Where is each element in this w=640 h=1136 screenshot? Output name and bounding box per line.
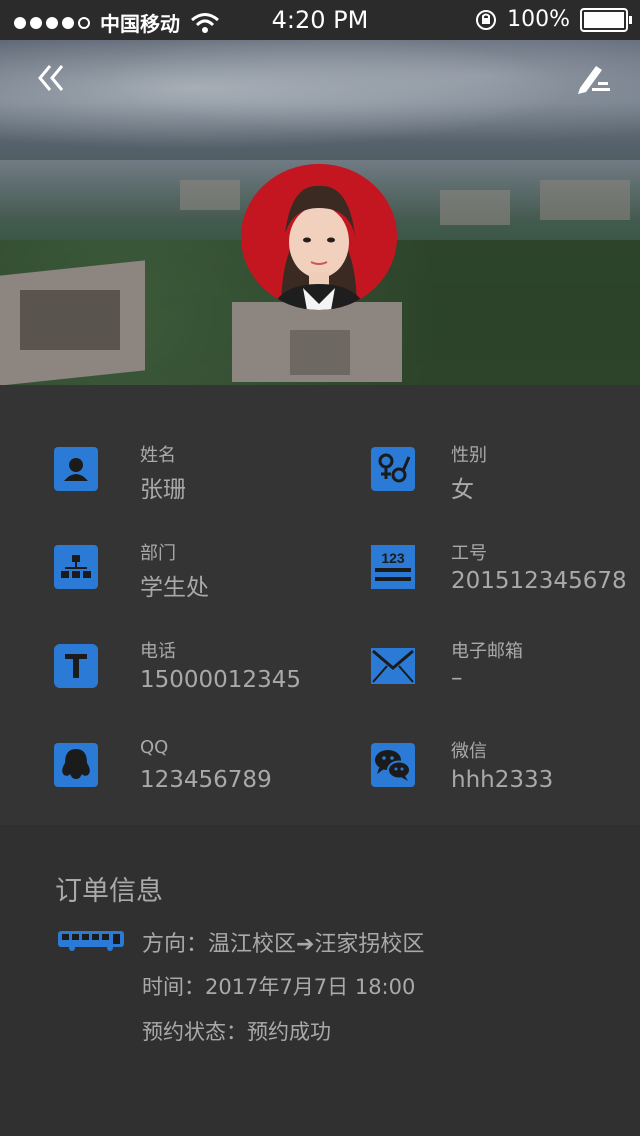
- order-info-section: 订单信息 方向：温江校区➔汪家拐校区 时间：2017年7月7日 18:00 预约…: [0, 825, 640, 1136]
- qq-value: 123456789: [140, 767, 272, 793]
- edit-button[interactable]: [574, 60, 614, 96]
- campus-building: [290, 330, 350, 375]
- campus-building: [20, 290, 120, 350]
- battery-icon: [580, 7, 632, 32]
- field-label: 电子邮箱: [451, 641, 523, 662]
- order-time: 时间：2017年7月7日 18:00: [142, 975, 416, 999]
- mail-icon: [371, 648, 415, 684]
- name-value: 张珊: [140, 477, 186, 503]
- employee-id-value: 201512345678: [451, 568, 627, 594]
- field-label: 姓名: [140, 445, 176, 466]
- field-label: 部门: [140, 543, 176, 564]
- gender-icon: [371, 447, 415, 491]
- order-title: 订单信息: [55, 876, 163, 907]
- field-label: 电话: [140, 641, 176, 662]
- sky-clouds: [0, 40, 640, 160]
- campus-building: [180, 180, 240, 210]
- back-button[interactable]: [32, 58, 72, 98]
- qq-icon: [54, 743, 98, 787]
- phone-t-icon: [54, 644, 98, 688]
- battery-percent: 100%: [507, 7, 570, 32]
- gender-value: 女: [451, 477, 474, 503]
- wechat-icon: [371, 743, 415, 787]
- email-value: –: [451, 665, 463, 691]
- department-value: 学生处: [140, 575, 209, 601]
- rotation-lock-icon: [476, 9, 497, 30]
- wechat-value: hhh2333: [451, 767, 554, 793]
- field-label: 微信: [451, 741, 487, 762]
- field-label: QQ: [140, 737, 169, 758]
- phone-value: 15000012345: [140, 667, 301, 693]
- order-direction: 方向：温江校区➔汪家拐校区: [142, 932, 425, 957]
- field-label: 工号: [451, 543, 487, 564]
- bus-icon: [58, 931, 124, 951]
- campus-building: [440, 190, 510, 225]
- id-number-icon: 123: [371, 545, 415, 589]
- order-status: 预约状态：预约成功: [142, 1020, 331, 1044]
- person-icon: [54, 447, 98, 491]
- campus-building: [540, 180, 630, 220]
- org-chart-icon: [54, 545, 98, 589]
- status-bar: 中国移动 4:20 PM 100%: [0, 0, 640, 40]
- status-right: 100%: [475, 7, 632, 32]
- field-label: 性别: [451, 445, 487, 466]
- avatar: [241, 164, 397, 310]
- profile-info-panel: 姓名 张珊 性别 女 部门 学生处 123 工号 201512345678 电话…: [0, 385, 640, 825]
- svg-text:123: 123: [381, 550, 405, 566]
